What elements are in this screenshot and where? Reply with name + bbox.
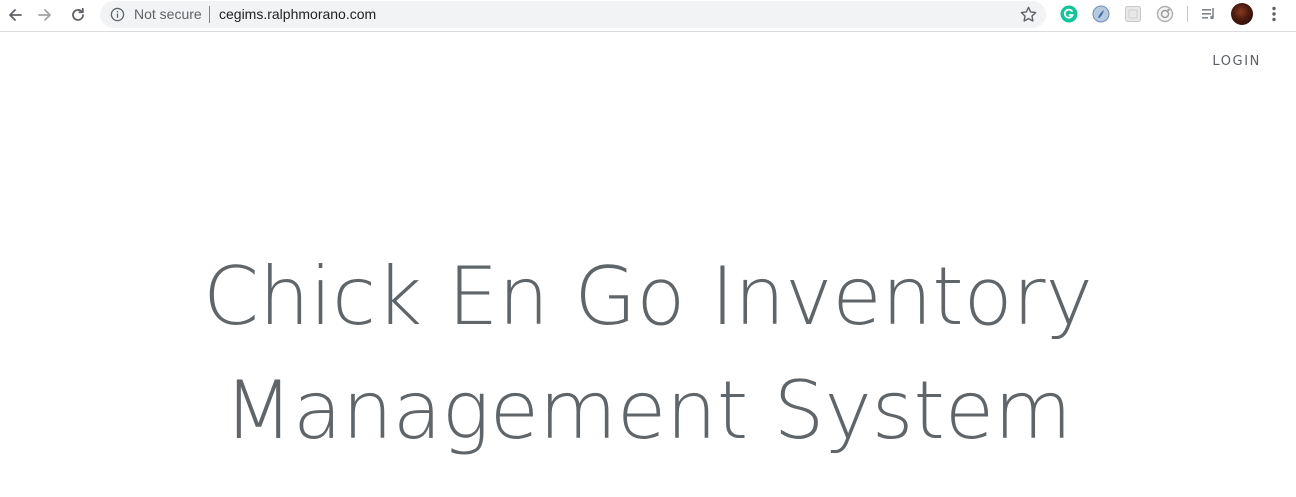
- omnibox-divider: [209, 6, 210, 23]
- kebab-menu-icon[interactable]: [1266, 5, 1282, 23]
- back-arrow-icon: [9, 9, 22, 21]
- address-bar[interactable]: Not secure cegims.ralphmorano.com: [100, 1, 1046, 28]
- grammarly-icon: [1060, 5, 1078, 23]
- login-link[interactable]: LOGIN: [1212, 54, 1261, 70]
- gray-extension[interactable]: [1124, 5, 1142, 23]
- reload-icon: [72, 7, 84, 21]
- forward-arrow-icon: [38, 9, 51, 21]
- extension-gray-icon: [1125, 6, 1141, 22]
- extension-camera-icon: [1156, 5, 1174, 23]
- browser-toolbar: Not secure cegims.ralphmorano.com: [0, 0, 1296, 32]
- media-queue-button[interactable]: [1200, 5, 1218, 23]
- reload-button[interactable]: [67, 4, 89, 26]
- extension-blue-icon: [1092, 5, 1110, 23]
- star-icon[interactable]: [1019, 5, 1038, 24]
- media-queue-icon: [1202, 8, 1214, 20]
- security-status-label[interactable]: Not secure: [134, 7, 202, 22]
- title-line-2: Management System: [224, 364, 1072, 457]
- info-icon[interactable]: [110, 7, 125, 22]
- page-title: Chick En Go Inventory Management System: [0, 240, 1296, 468]
- avatar[interactable]: [1231, 3, 1253, 25]
- extensions-divider: [1187, 6, 1188, 22]
- url-text[interactable]: cegims.ralphmorano.com: [219, 7, 376, 22]
- forward-button[interactable]: [34, 4, 56, 26]
- title-line-1: Chick En Go Inventory: [203, 250, 1093, 343]
- camera-extension[interactable]: [1156, 5, 1174, 23]
- back-button[interactable]: [4, 4, 26, 26]
- grammarly-extension[interactable]: [1060, 5, 1078, 23]
- blue-extension[interactable]: [1092, 5, 1110, 23]
